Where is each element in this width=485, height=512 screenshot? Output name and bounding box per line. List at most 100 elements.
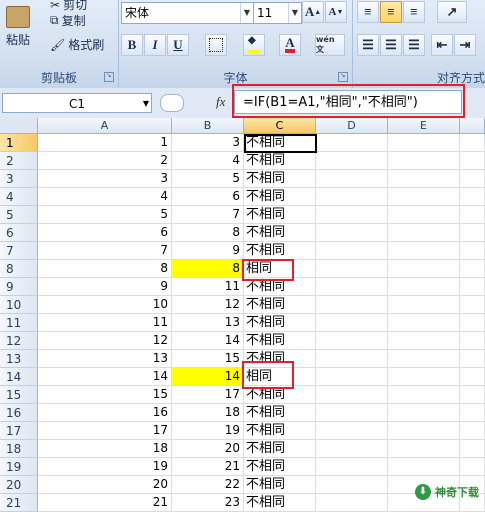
- cell-c[interactable]: 不相同: [244, 314, 316, 332]
- row-header[interactable]: 7: [0, 242, 38, 260]
- font-color-button[interactable]: A: [279, 34, 301, 56]
- format-painter-button[interactable]: 🖌 格式刷: [50, 36, 104, 53]
- cell-f[interactable]: [460, 296, 485, 314]
- clipboard-launcher-icon[interactable]: ↘: [104, 72, 114, 82]
- row-header[interactable]: 1: [0, 134, 38, 152]
- cell-a[interactable]: 6: [38, 224, 172, 242]
- cell-f[interactable]: [460, 206, 485, 224]
- cell-d[interactable]: [316, 260, 388, 278]
- cell-e[interactable]: [388, 224, 460, 242]
- cell-e[interactable]: [388, 152, 460, 170]
- cell-c[interactable]: 不相同: [244, 152, 316, 170]
- cell-f[interactable]: [460, 278, 485, 296]
- cell-d[interactable]: [316, 152, 388, 170]
- cell-e[interactable]: [388, 170, 460, 188]
- cell-a[interactable]: 17: [38, 422, 172, 440]
- row-header[interactable]: 8: [0, 260, 38, 278]
- cell-b[interactable]: 8: [172, 260, 244, 278]
- cell-f[interactable]: [460, 314, 485, 332]
- phonetic-button[interactable]: wén 文: [315, 34, 345, 56]
- row-header[interactable]: 19: [0, 458, 38, 476]
- cell-a[interactable]: 10: [38, 296, 172, 314]
- cell-a[interactable]: 5: [38, 206, 172, 224]
- cell-e[interactable]: [388, 440, 460, 458]
- grow-font-button[interactable]: A ▲: [302, 1, 324, 23]
- row-header[interactable]: 17: [0, 422, 38, 440]
- column-header-b[interactable]: B: [172, 118, 244, 134]
- cell-f[interactable]: [460, 458, 485, 476]
- cell-f[interactable]: [460, 368, 485, 386]
- cell-b[interactable]: 5: [172, 170, 244, 188]
- cell-b[interactable]: 6: [172, 188, 244, 206]
- cell-e[interactable]: [388, 134, 460, 152]
- name-box[interactable]: C1 ▼: [2, 93, 152, 113]
- cell-b[interactable]: 7: [172, 206, 244, 224]
- select-all-corner[interactable]: [0, 118, 38, 134]
- column-header-a[interactable]: A: [38, 118, 172, 134]
- font-size-select[interactable]: 11 ▼: [253, 2, 302, 24]
- cell-d[interactable]: [316, 440, 388, 458]
- underline-button[interactable]: U: [167, 34, 189, 56]
- cell-d[interactable]: [316, 332, 388, 350]
- cell-b[interactable]: 12: [172, 296, 244, 314]
- cell-e[interactable]: [388, 278, 460, 296]
- row-header[interactable]: 9: [0, 278, 38, 296]
- cell-f[interactable]: [460, 386, 485, 404]
- align-center-button[interactable]: ☰: [380, 34, 402, 56]
- cell-a[interactable]: 9: [38, 278, 172, 296]
- cell-c[interactable]: 不相同: [244, 206, 316, 224]
- cell-b[interactable]: 9: [172, 242, 244, 260]
- cell-b[interactable]: 14: [172, 368, 244, 386]
- row-header[interactable]: 12: [0, 332, 38, 350]
- fill-color-button[interactable]: ◆: [243, 34, 265, 56]
- cell-a[interactable]: 21: [38, 494, 172, 512]
- cell-f[interactable]: [460, 440, 485, 458]
- cell-e[interactable]: [388, 206, 460, 224]
- row-header[interactable]: 14: [0, 368, 38, 386]
- cell-b[interactable]: 18: [172, 404, 244, 422]
- copy-button[interactable]: ⧉ 复制: [50, 12, 86, 29]
- cell-f[interactable]: [460, 170, 485, 188]
- cell-a[interactable]: 11: [38, 314, 172, 332]
- cell-f[interactable]: [460, 188, 485, 206]
- cell-c[interactable]: 不相同: [244, 476, 316, 494]
- cell-f[interactable]: [460, 224, 485, 242]
- row-header[interactable]: 6: [0, 224, 38, 242]
- cell-d[interactable]: [316, 224, 388, 242]
- cell-f[interactable]: [460, 134, 485, 152]
- cell-b[interactable]: 23: [172, 494, 244, 512]
- cell-d[interactable]: [316, 368, 388, 386]
- cell-a[interactable]: 13: [38, 350, 172, 368]
- cell-b[interactable]: 8: [172, 224, 244, 242]
- cell-a[interactable]: 8: [38, 260, 172, 278]
- bold-button[interactable]: B: [121, 34, 143, 56]
- cell-e[interactable]: [388, 350, 460, 368]
- cell-d[interactable]: [316, 404, 388, 422]
- cell-f[interactable]: [460, 404, 485, 422]
- cell-d[interactable]: [316, 422, 388, 440]
- align-left-button[interactable]: ☰: [357, 34, 379, 56]
- insert-function-icon[interactable]: fx: [216, 94, 225, 110]
- cell-c[interactable]: 不相同: [244, 188, 316, 206]
- row-header[interactable]: 4: [0, 188, 38, 206]
- formula-bar-splitter-icon[interactable]: [160, 94, 184, 112]
- cell-c[interactable]: 不相同: [244, 170, 316, 188]
- align-right-button[interactable]: ☰: [403, 34, 425, 56]
- cell-a[interactable]: 14: [38, 368, 172, 386]
- orientation-button[interactable]: ↗: [437, 1, 467, 23]
- cell-a[interactable]: 16: [38, 404, 172, 422]
- cell-c[interactable]: 不相同: [244, 440, 316, 458]
- row-header[interactable]: 10: [0, 296, 38, 314]
- cell-e[interactable]: [388, 314, 460, 332]
- cell-a[interactable]: 3: [38, 170, 172, 188]
- border-button[interactable]: [205, 34, 227, 56]
- cell-d[interactable]: [316, 242, 388, 260]
- cell-e[interactable]: [388, 386, 460, 404]
- cell-a[interactable]: 2: [38, 152, 172, 170]
- column-header-e[interactable]: E: [388, 118, 460, 134]
- cell-c[interactable]: 不相同: [244, 422, 316, 440]
- shrink-font-button[interactable]: A ▼: [325, 1, 347, 23]
- cell-b[interactable]: 11: [172, 278, 244, 296]
- cell-c[interactable]: 不相同: [244, 494, 316, 512]
- cell-a[interactable]: 1: [38, 134, 172, 152]
